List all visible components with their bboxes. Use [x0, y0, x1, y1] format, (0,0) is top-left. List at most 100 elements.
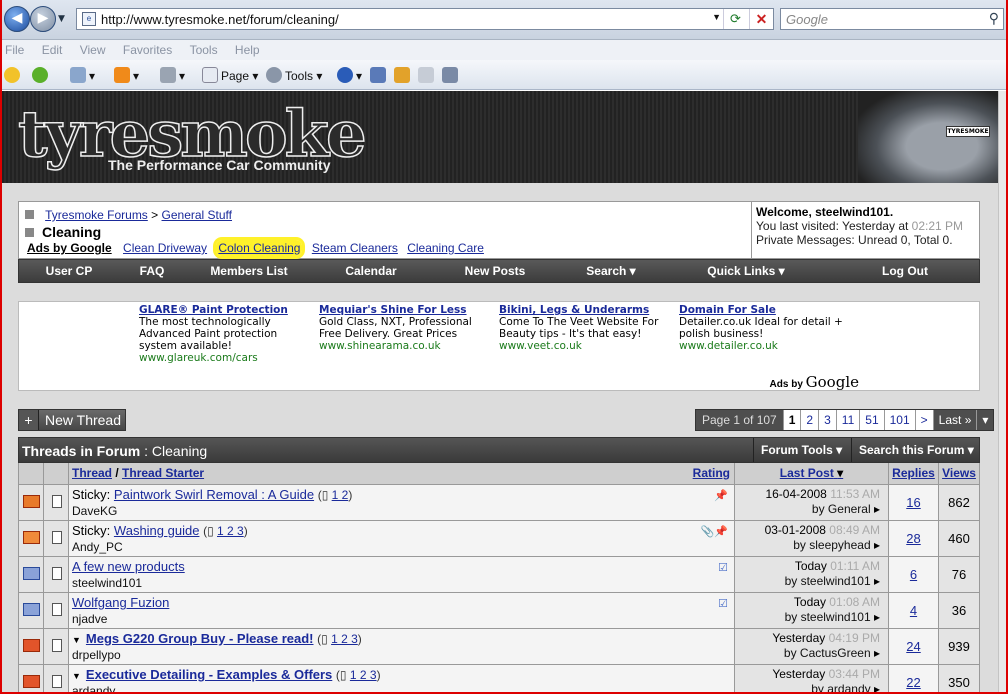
ad-link-colon-cleaning[interactable]: Colon Cleaning — [216, 240, 303, 256]
ad-glare[interactable]: GLARE® Paint Protection The most technol… — [139, 304, 314, 364]
forward-button[interactable]: ▶ — [30, 6, 56, 32]
favorites-star-icon[interactable] — [4, 67, 23, 83]
go-last-post-icon[interactable]: ▸ — [874, 574, 880, 588]
search-forum-button[interactable]: Search this Forum ▾ — [851, 438, 979, 462]
ad-mequiars[interactable]: Mequiar's Shine For Less Gold Class, NXT… — [319, 304, 494, 352]
go-last-post-icon[interactable]: ▸ — [874, 646, 880, 660]
col-starter-link[interactable]: Thread Starter — [122, 466, 204, 480]
ads-by-google-logo[interactable]: Ads by Google — [770, 373, 859, 391]
go-last-post-icon[interactable]: ▸ — [874, 502, 880, 516]
page-link-101[interactable]: 101 — [883, 410, 915, 430]
thread-page-links[interactable]: 1 2 3 — [217, 524, 244, 538]
url-dropdown-icon[interactable]: ▼ — [712, 12, 721, 22]
ad-detailer[interactable]: Domain For Sale Detailer.co.uk Ideal for… — [679, 304, 854, 352]
history-dropdown-icon[interactable]: ▼ — [58, 14, 65, 24]
url-field[interactable]: e http://www.tyresmoke.net/forum/cleanin… — [76, 8, 774, 30]
menu-view[interactable]: View — [80, 43, 106, 57]
col-views[interactable]: Views — [939, 463, 979, 484]
tools-menu[interactable]: Tools ▾ — [266, 67, 322, 83]
replies-link[interactable]: 24 — [906, 639, 920, 654]
thread-starter[interactable]: ardandy — [72, 684, 734, 692]
nav-log-out[interactable]: Log Out — [831, 260, 979, 282]
nav-quick-links[interactable]: Quick Links ▾ — [661, 260, 831, 282]
last-post-by[interactable]: by ardandy — [811, 682, 870, 692]
thread-title-link[interactable]: Washing guide — [114, 523, 200, 538]
menu-help[interactable]: Help — [235, 43, 260, 57]
ad-glare-url[interactable]: www.glareuk.com/cars — [139, 352, 314, 364]
nav-calendar[interactable]: Calendar — [313, 260, 429, 282]
thread-starter[interactable]: drpellypo — [72, 648, 734, 662]
ad-link-clean-driveway[interactable]: Clean Driveway — [123, 241, 207, 255]
nav-search[interactable]: Search ▾ — [561, 260, 661, 282]
ad-veet-headline[interactable]: Bikini, Legs & Underarms — [499, 304, 674, 316]
extension-icon[interactable] — [442, 67, 461, 83]
page-link-3[interactable]: 3 — [818, 410, 836, 430]
home-icon[interactable]: ▾ — [70, 67, 95, 83]
ad-link-cleaning-care[interactable]: Cleaning Care — [407, 241, 484, 255]
nav-user-cp[interactable]: User CP — [19, 260, 119, 282]
thread-title-link[interactable]: Wolfgang Fuzion — [72, 595, 169, 610]
ad-glare-headline[interactable]: GLARE® Paint Protection — [139, 304, 314, 316]
ad-veet-url[interactable]: www.veet.co.uk — [499, 340, 674, 352]
feeds-icon[interactable]: ▾ — [114, 67, 139, 83]
bluetooth-icon[interactable] — [418, 67, 437, 83]
breadcrumb-section-link[interactable]: General Stuff — [162, 208, 233, 222]
vertical-scrollbar[interactable] — [998, 91, 1006, 692]
thread-title-link[interactable]: Paintwork Swirl Removal : A Guide — [114, 487, 314, 502]
last-post-by[interactable]: by sleepyhead — [793, 538, 870, 552]
page-menu-chevron-icon[interactable]: ▾ — [976, 410, 994, 430]
help-icon[interactable]: ▾ — [337, 67, 362, 83]
thread-title-link[interactable]: A few new products — [72, 559, 185, 574]
go-last-post-icon[interactable]: ▸ — [874, 610, 880, 624]
thread-page-links[interactable]: 1 2 3 — [331, 632, 358, 646]
nav-faq[interactable]: FAQ — [119, 260, 185, 282]
thread-expand-icon[interactable]: ▼ — [72, 635, 81, 645]
ad-detailer-url[interactable]: www.detailer.co.uk — [679, 340, 854, 352]
thread-page-links[interactable]: 1 2 3 — [350, 668, 377, 682]
thread-page-links[interactable]: 1 2 — [332, 488, 349, 502]
page-next[interactable]: > — [914, 410, 933, 430]
ad-detailer-headline[interactable]: Domain For Sale — [679, 304, 854, 316]
page-last[interactable]: Last » — [932, 410, 977, 430]
replies-link[interactable]: 4 — [910, 603, 917, 618]
private-messages[interactable]: Private Messages: Unread 0, Total 0. — [756, 233, 953, 247]
ad-veet[interactable]: Bikini, Legs & Underarms Come To The Vee… — [499, 304, 674, 352]
col-replies[interactable]: Replies — [889, 463, 939, 484]
menu-tools[interactable]: Tools — [190, 43, 218, 57]
thread-starter[interactable]: njadve — [72, 612, 734, 626]
breadcrumb-forums-link[interactable]: Tyresmoke Forums — [45, 208, 148, 222]
last-post-by[interactable]: by CactusGreen — [784, 646, 871, 660]
messenger-icon[interactable] — [394, 67, 413, 83]
thread-starter[interactable]: DaveKG — [72, 504, 734, 518]
thread-title-link[interactable]: Executive Detailing - Examples & Offers — [86, 667, 332, 682]
col-thread-link[interactable]: Thread — [72, 466, 112, 480]
thread-starter[interactable]: steelwind101 — [72, 576, 734, 590]
research-icon[interactable] — [370, 67, 389, 83]
thread-starter[interactable]: Andy_PC — [72, 540, 734, 554]
replies-link[interactable]: 6 — [910, 567, 917, 582]
col-last-post[interactable]: Last Post ▾ — [735, 463, 889, 484]
replies-link[interactable]: 22 — [906, 675, 920, 690]
search-box[interactable]: Google ⚲ — [780, 8, 1004, 30]
last-post-by[interactable]: by steelwind101 — [785, 574, 871, 588]
page-link-51[interactable]: 51 — [859, 410, 884, 430]
menu-favorites[interactable]: Favorites — [123, 43, 172, 57]
search-icon[interactable]: ⚲ — [989, 10, 999, 27]
last-post-by[interactable]: by General — [812, 502, 871, 516]
go-last-post-icon[interactable]: ▸ — [874, 538, 880, 552]
col-rating-link[interactable]: Rating — [693, 463, 730, 484]
menu-file[interactable]: File — [5, 43, 24, 57]
add-favorite-icon[interactable] — [32, 67, 51, 83]
thread-title-link[interactable]: Megs G220 Group Buy - Please read! — [86, 631, 314, 646]
ads-by-google-label[interactable]: Ads by Google — [27, 241, 112, 255]
replies-link[interactable]: 28 — [906, 531, 920, 546]
new-thread-button[interactable]: + New Thread — [18, 409, 126, 431]
page-menu[interactable]: Page ▾ — [202, 67, 258, 83]
print-icon[interactable]: ▾ — [160, 67, 185, 83]
menu-edit[interactable]: Edit — [42, 43, 63, 57]
nav-new-posts[interactable]: New Posts — [429, 260, 561, 282]
forum-tools-button[interactable]: Forum Tools ▾ — [753, 438, 851, 462]
ad-link-steam-cleaners[interactable]: Steam Cleaners — [312, 241, 398, 255]
page-link-1[interactable]: 1 — [782, 410, 801, 430]
refresh-icon[interactable]: ⟳ — [723, 9, 747, 29]
